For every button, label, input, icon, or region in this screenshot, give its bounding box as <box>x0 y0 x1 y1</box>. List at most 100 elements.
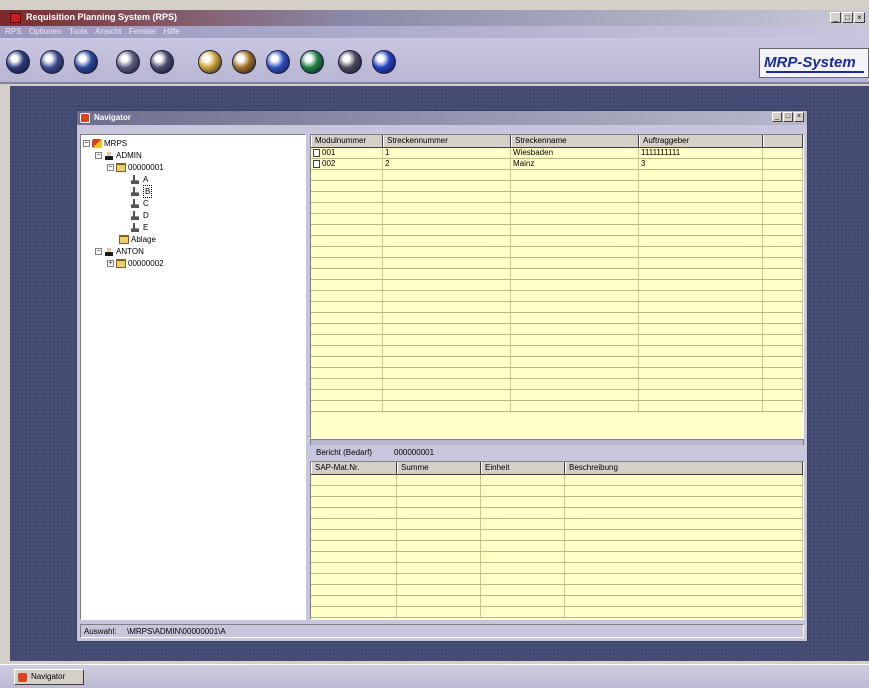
globe-button[interactable] <box>74 50 98 74</box>
table-row[interactable] <box>311 280 803 291</box>
table-row[interactable] <box>311 541 803 552</box>
material-grid[interactable]: SAP-Mat.Nr. Summe Einheit Beschreibung <box>310 461 804 620</box>
menu-optionen[interactable]: Optionen <box>29 27 61 36</box>
column-header[interactable]: SAP-Mat.Nr. <box>311 462 397 474</box>
tree-expander[interactable]: − <box>107 164 114 171</box>
navigator-tree[interactable]: − MRPS − ADMIN −00000001 A B C D E Ablage − ANTON +00… <box>80 134 306 620</box>
user-group-button[interactable] <box>150 50 174 74</box>
tree-node[interactable]: − ANTON <box>95 246 144 257</box>
tree-node[interactable]: B <box>131 185 153 198</box>
table-row[interactable] <box>311 607 803 618</box>
table-cell <box>639 401 763 411</box>
table-row[interactable] <box>311 497 803 508</box>
table-row[interactable] <box>311 346 803 357</box>
power-alt-button[interactable] <box>40 50 64 74</box>
table-cell <box>311 225 383 235</box>
table-row[interactable] <box>311 390 803 401</box>
table-row[interactable] <box>311 236 803 247</box>
menu-ansicht[interactable]: Ansicht <box>95 27 121 36</box>
info-button[interactable] <box>372 50 396 74</box>
tree-node[interactable]: C <box>131 198 149 209</box>
cd-button[interactable] <box>232 50 256 74</box>
table-row[interactable] <box>311 324 803 335</box>
navigator-maximize-button[interactable]: □ <box>783 112 793 122</box>
table-row[interactable] <box>311 530 803 541</box>
table-row[interactable] <box>311 357 803 368</box>
tree-expander[interactable]: − <box>95 152 102 159</box>
maximize-button[interactable]: □ <box>842 12 853 23</box>
target-button[interactable] <box>266 50 290 74</box>
table-row[interactable] <box>311 585 803 596</box>
table-row[interactable] <box>311 596 803 607</box>
table-row[interactable] <box>311 379 803 390</box>
tree-node[interactable]: − 00000001 <box>107 162 164 173</box>
table-row[interactable] <box>311 258 803 269</box>
menu-fenster[interactable]: Fenster <box>129 27 156 36</box>
table-row[interactable] <box>311 313 803 324</box>
table-row[interactable] <box>311 519 803 530</box>
table-row[interactable] <box>311 486 803 497</box>
table-row[interactable] <box>311 203 803 214</box>
tree-node[interactable]: D <box>131 210 149 221</box>
user-folder-button[interactable] <box>116 50 140 74</box>
navigator-title: Navigator <box>94 113 131 122</box>
table-row[interactable] <box>311 552 803 563</box>
navigator-minimize-button[interactable]: _ <box>772 112 782 122</box>
table-row[interactable] <box>311 192 803 203</box>
column-header[interactable]: Streckennummer <box>383 135 511 147</box>
minimize-button[interactable]: _ <box>830 12 841 23</box>
menu-tools[interactable]: Tools <box>69 27 88 36</box>
tree-node[interactable]: +00000002 <box>107 258 164 269</box>
disc-button[interactable] <box>198 50 222 74</box>
tree-expander[interactable]: − <box>95 248 102 255</box>
column-header[interactable]: Auftraggeber <box>639 135 763 147</box>
power-button[interactable] <box>6 50 30 74</box>
table-row[interactable] <box>311 181 803 192</box>
menu-bar: RPS Optionen Tools Ansicht Fenster Hilfe <box>0 26 869 38</box>
earth-button[interactable] <box>300 50 324 74</box>
book-button[interactable] <box>338 50 362 74</box>
column-header[interactable]: Streckenname <box>511 135 639 147</box>
table-row[interactable] <box>311 225 803 236</box>
table-row[interactable] <box>311 401 803 412</box>
menu-rps[interactable]: RPS <box>5 27 21 36</box>
column-header[interactable]: Modulnummer <box>311 135 383 147</box>
column-header[interactable] <box>763 135 803 147</box>
tree-expander[interactable]: + <box>107 260 114 267</box>
column-header[interactable]: Summe <box>397 462 481 474</box>
table-row[interactable] <box>311 291 803 302</box>
table-row[interactable]: 001 1 Wiesbaden 1111111111 <box>311 148 803 159</box>
navigator-titlebar[interactable]: Navigator _ □ × <box>77 111 807 125</box>
table-cell <box>511 192 639 202</box>
column-header[interactable]: Beschreibung <box>565 462 803 474</box>
table-row[interactable] <box>311 475 803 486</box>
table-row[interactable] <box>311 214 803 225</box>
table-cell <box>763 258 803 268</box>
tree-node[interactable]: A <box>131 174 148 185</box>
grid-header: SAP-Mat.Nr. Summe Einheit Beschreibung <box>311 462 803 475</box>
table-row[interactable] <box>311 508 803 519</box>
table-cell <box>511 225 639 235</box>
taskbar-navigator-button[interactable]: Navigator <box>14 669 84 685</box>
selection-status-bar: Auswahl: \MRPS\ADMIN\00000001\A <box>80 624 804 638</box>
app-titlebar[interactable]: Requisition Planning System (RPS) _ □ × <box>0 10 869 26</box>
close-button[interactable]: × <box>854 12 865 23</box>
table-row[interactable] <box>311 170 803 181</box>
tree-expander[interactable]: − <box>83 140 90 147</box>
table-row[interactable] <box>311 247 803 258</box>
menu-hilfe[interactable]: Hilfe <box>164 27 180 36</box>
tree-node[interactable]: Ablage <box>119 234 156 245</box>
tree-node[interactable]: E <box>131 222 148 233</box>
table-row[interactable]: 002 2 Mainz 3 <box>311 159 803 170</box>
tree-node[interactable]: − ADMIN <box>95 150 142 161</box>
table-row[interactable] <box>311 574 803 585</box>
tree-node[interactable]: − MRPS <box>83 138 127 149</box>
table-row[interactable] <box>311 368 803 379</box>
table-row[interactable] <box>311 335 803 346</box>
table-row[interactable] <box>311 563 803 574</box>
module-grid[interactable]: Modulnummer Streckennummer Streckenname Auf… <box>310 134 804 439</box>
table-row[interactable] <box>311 302 803 313</box>
column-header[interactable]: Einheit <box>481 462 565 474</box>
navigator-close-button[interactable]: × <box>794 112 804 122</box>
table-row[interactable] <box>311 269 803 280</box>
